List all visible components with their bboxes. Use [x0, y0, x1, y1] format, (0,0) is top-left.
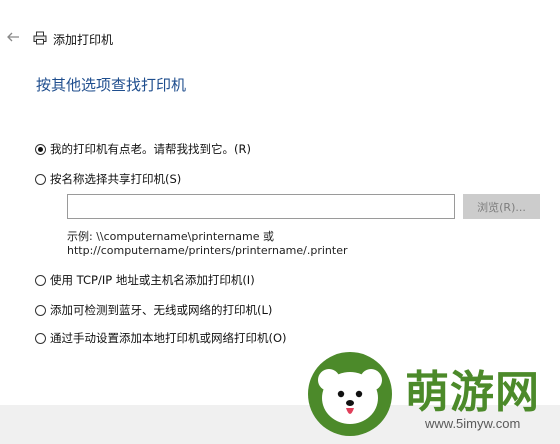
- page-heading: 按其他选项查找打印机: [36, 76, 187, 94]
- option-tcpip[interactable]: 使用 TCP/IP 地址或主机名添加打印机(I): [35, 272, 255, 288]
- radio-button[interactable]: [35, 304, 46, 316]
- watermark-brand: 萌游网: [405, 367, 540, 418]
- radio-button-selected[interactable]: [35, 143, 46, 155]
- example-text-line1: 示例: \\computername\printername 或: [67, 230, 275, 243]
- option-label: 添加可检测到蓝牙、无线或网络的打印机(L): [50, 303, 273, 317]
- option-label: 通过手动设置添加本地打印机或网络打印机(O): [50, 331, 287, 345]
- option-bluetooth-wireless[interactable]: 添加可检测到蓝牙、无线或网络的打印机(L): [35, 302, 272, 318]
- radio-button[interactable]: [35, 173, 46, 185]
- option-shared-printer[interactable]: 按名称选择共享打印机(S): [35, 171, 181, 187]
- option-manual-local[interactable]: 通过手动设置添加本地打印机或网络打印机(O): [35, 330, 287, 346]
- dog-mascot-logo-icon: [305, 350, 395, 438]
- printer-icon: [33, 30, 47, 45]
- option-old-printer[interactable]: 我的打印机有点老。请帮我找到它。(R): [35, 141, 251, 157]
- watermark-url: www.5imyw.com: [425, 416, 521, 431]
- option-label: 按名称选择共享打印机(S): [50, 172, 182, 186]
- wizard-title: 添加打印机: [53, 33, 114, 47]
- example-text-line2: http://computername/printers/printername…: [67, 244, 348, 257]
- option-label: 使用 TCP/IP 地址或主机名添加打印机(I): [50, 273, 255, 287]
- option-label: 我的打印机有点老。请帮我找到它。(R): [50, 142, 251, 156]
- back-arrow-icon[interactable]: [6, 30, 22, 46]
- radio-button[interactable]: [35, 274, 46, 286]
- browse-button[interactable]: 浏览(R)...: [463, 194, 540, 219]
- radio-button[interactable]: [35, 332, 46, 344]
- shared-printer-name-input[interactable]: [67, 194, 455, 219]
